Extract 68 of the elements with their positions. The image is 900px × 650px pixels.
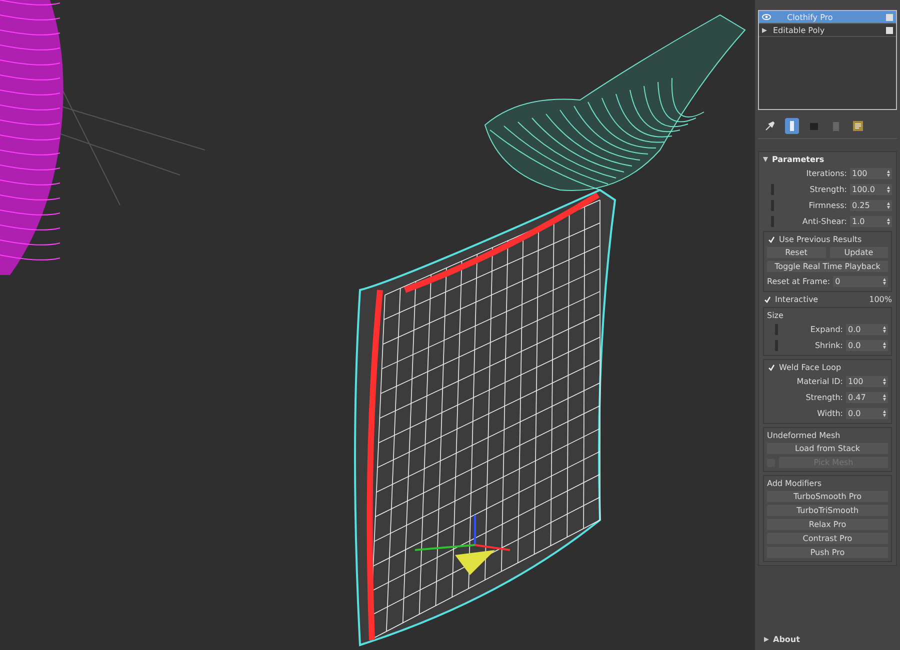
spinner-label: Reset at Frame: <box>767 277 830 286</box>
group-title: Size <box>767 311 784 320</box>
rollout-title[interactable]: About <box>773 635 800 644</box>
triangle-icon[interactable] <box>763 157 768 162</box>
eye-icon <box>762 14 771 20</box>
spinner-arrows-icon <box>887 170 890 177</box>
config-icon <box>853 121 863 131</box>
rollout-title[interactable]: Parameters <box>772 155 824 164</box>
bar-icon <box>790 121 794 131</box>
check-icon <box>768 364 774 371</box>
percent-label: 100% <box>869 295 892 304</box>
toolbar-button[interactable] <box>851 118 865 134</box>
spinner-arrows-icon <box>887 186 890 193</box>
spinner-arrows-icon <box>883 278 886 285</box>
triangle-icon[interactable] <box>762 28 767 32</box>
spinner-field[interactable]: 0.25 <box>850 200 892 211</box>
action-button[interactable]: TurboSmooth Pro <box>767 491 888 502</box>
spinner-label: Material ID: <box>796 377 843 386</box>
spinner-arrows-icon <box>887 218 890 225</box>
spinner-field[interactable]: 100 <box>846 376 888 387</box>
spinner-arrows-icon <box>883 410 886 417</box>
spinner-arrows-icon <box>883 394 886 401</box>
spinner-label: Width: <box>817 409 843 418</box>
spinner-field[interactable]: 0.47 <box>846 392 888 403</box>
transform-gizmo-icon <box>414 515 510 575</box>
stack-item[interactable]: Editable Poly <box>759 24 896 37</box>
group-title: Undeformed Mesh <box>767 431 842 440</box>
action-button[interactable]: Push Pro <box>767 547 888 558</box>
checkbox[interactable] <box>767 236 775 244</box>
action-button[interactable]: Update <box>830 247 888 258</box>
toggle-button[interactable]: Toggle Real Time Playback <box>767 261 888 272</box>
pin-icon <box>765 121 775 131</box>
check-icon <box>768 236 774 243</box>
stack-item[interactable]: Clothify Pro <box>759 11 896 24</box>
spinner-field[interactable]: 0.0 <box>846 324 888 335</box>
checkbox[interactable] <box>763 296 771 304</box>
spinner-field[interactable]: 100.0 <box>850 184 892 195</box>
checkbox-label: Weld Face Loop <box>779 363 842 372</box>
triangle-icon[interactable] <box>764 637 769 642</box>
spinner-arrows-icon <box>887 202 890 209</box>
checkbox[interactable] <box>886 14 893 20</box>
spinner-label: Shrink: <box>814 341 843 350</box>
checkbox[interactable] <box>886 26 893 34</box>
spinner-label: Strength: <box>810 185 847 194</box>
spinner-field[interactable]: 1.0 <box>850 216 892 227</box>
spinner-field[interactable]: 0.0 <box>846 340 888 351</box>
spinner-label: Iterations: <box>806 169 847 178</box>
spinner-label: Expand: <box>810 325 843 334</box>
checkbox-label: Use Previous Results <box>779 235 862 244</box>
action-button[interactable]: Contrast Pro <box>767 533 888 544</box>
action-button[interactable]: TurboTriSmooth <box>767 505 888 516</box>
checkbox-label: Interactive <box>775 295 818 304</box>
spinner-label: Firmness: <box>808 201 847 210</box>
toolbar-button[interactable] <box>785 118 799 134</box>
action-button[interactable]: Relax Pro <box>767 519 888 530</box>
spinner-field[interactable]: 0.0 <box>846 408 888 419</box>
action-button[interactable]: Reset <box>767 247 826 258</box>
checkbox[interactable] <box>767 364 775 372</box>
spinner-label: Anti-Shear: <box>802 217 847 226</box>
action-button[interactable]: Load from Stack <box>767 443 888 454</box>
spinner-label: Strength: <box>806 393 843 402</box>
spinner-arrows-icon <box>883 342 886 349</box>
spinner-arrows-icon <box>883 378 886 385</box>
spinner-arrows-icon <box>883 326 886 333</box>
spinner-field[interactable]: 0 <box>833 276 888 287</box>
spinner-field[interactable]: 100 <box>850 168 892 179</box>
group-title: Add Modifiers <box>767 479 823 488</box>
check-icon <box>764 296 770 303</box>
